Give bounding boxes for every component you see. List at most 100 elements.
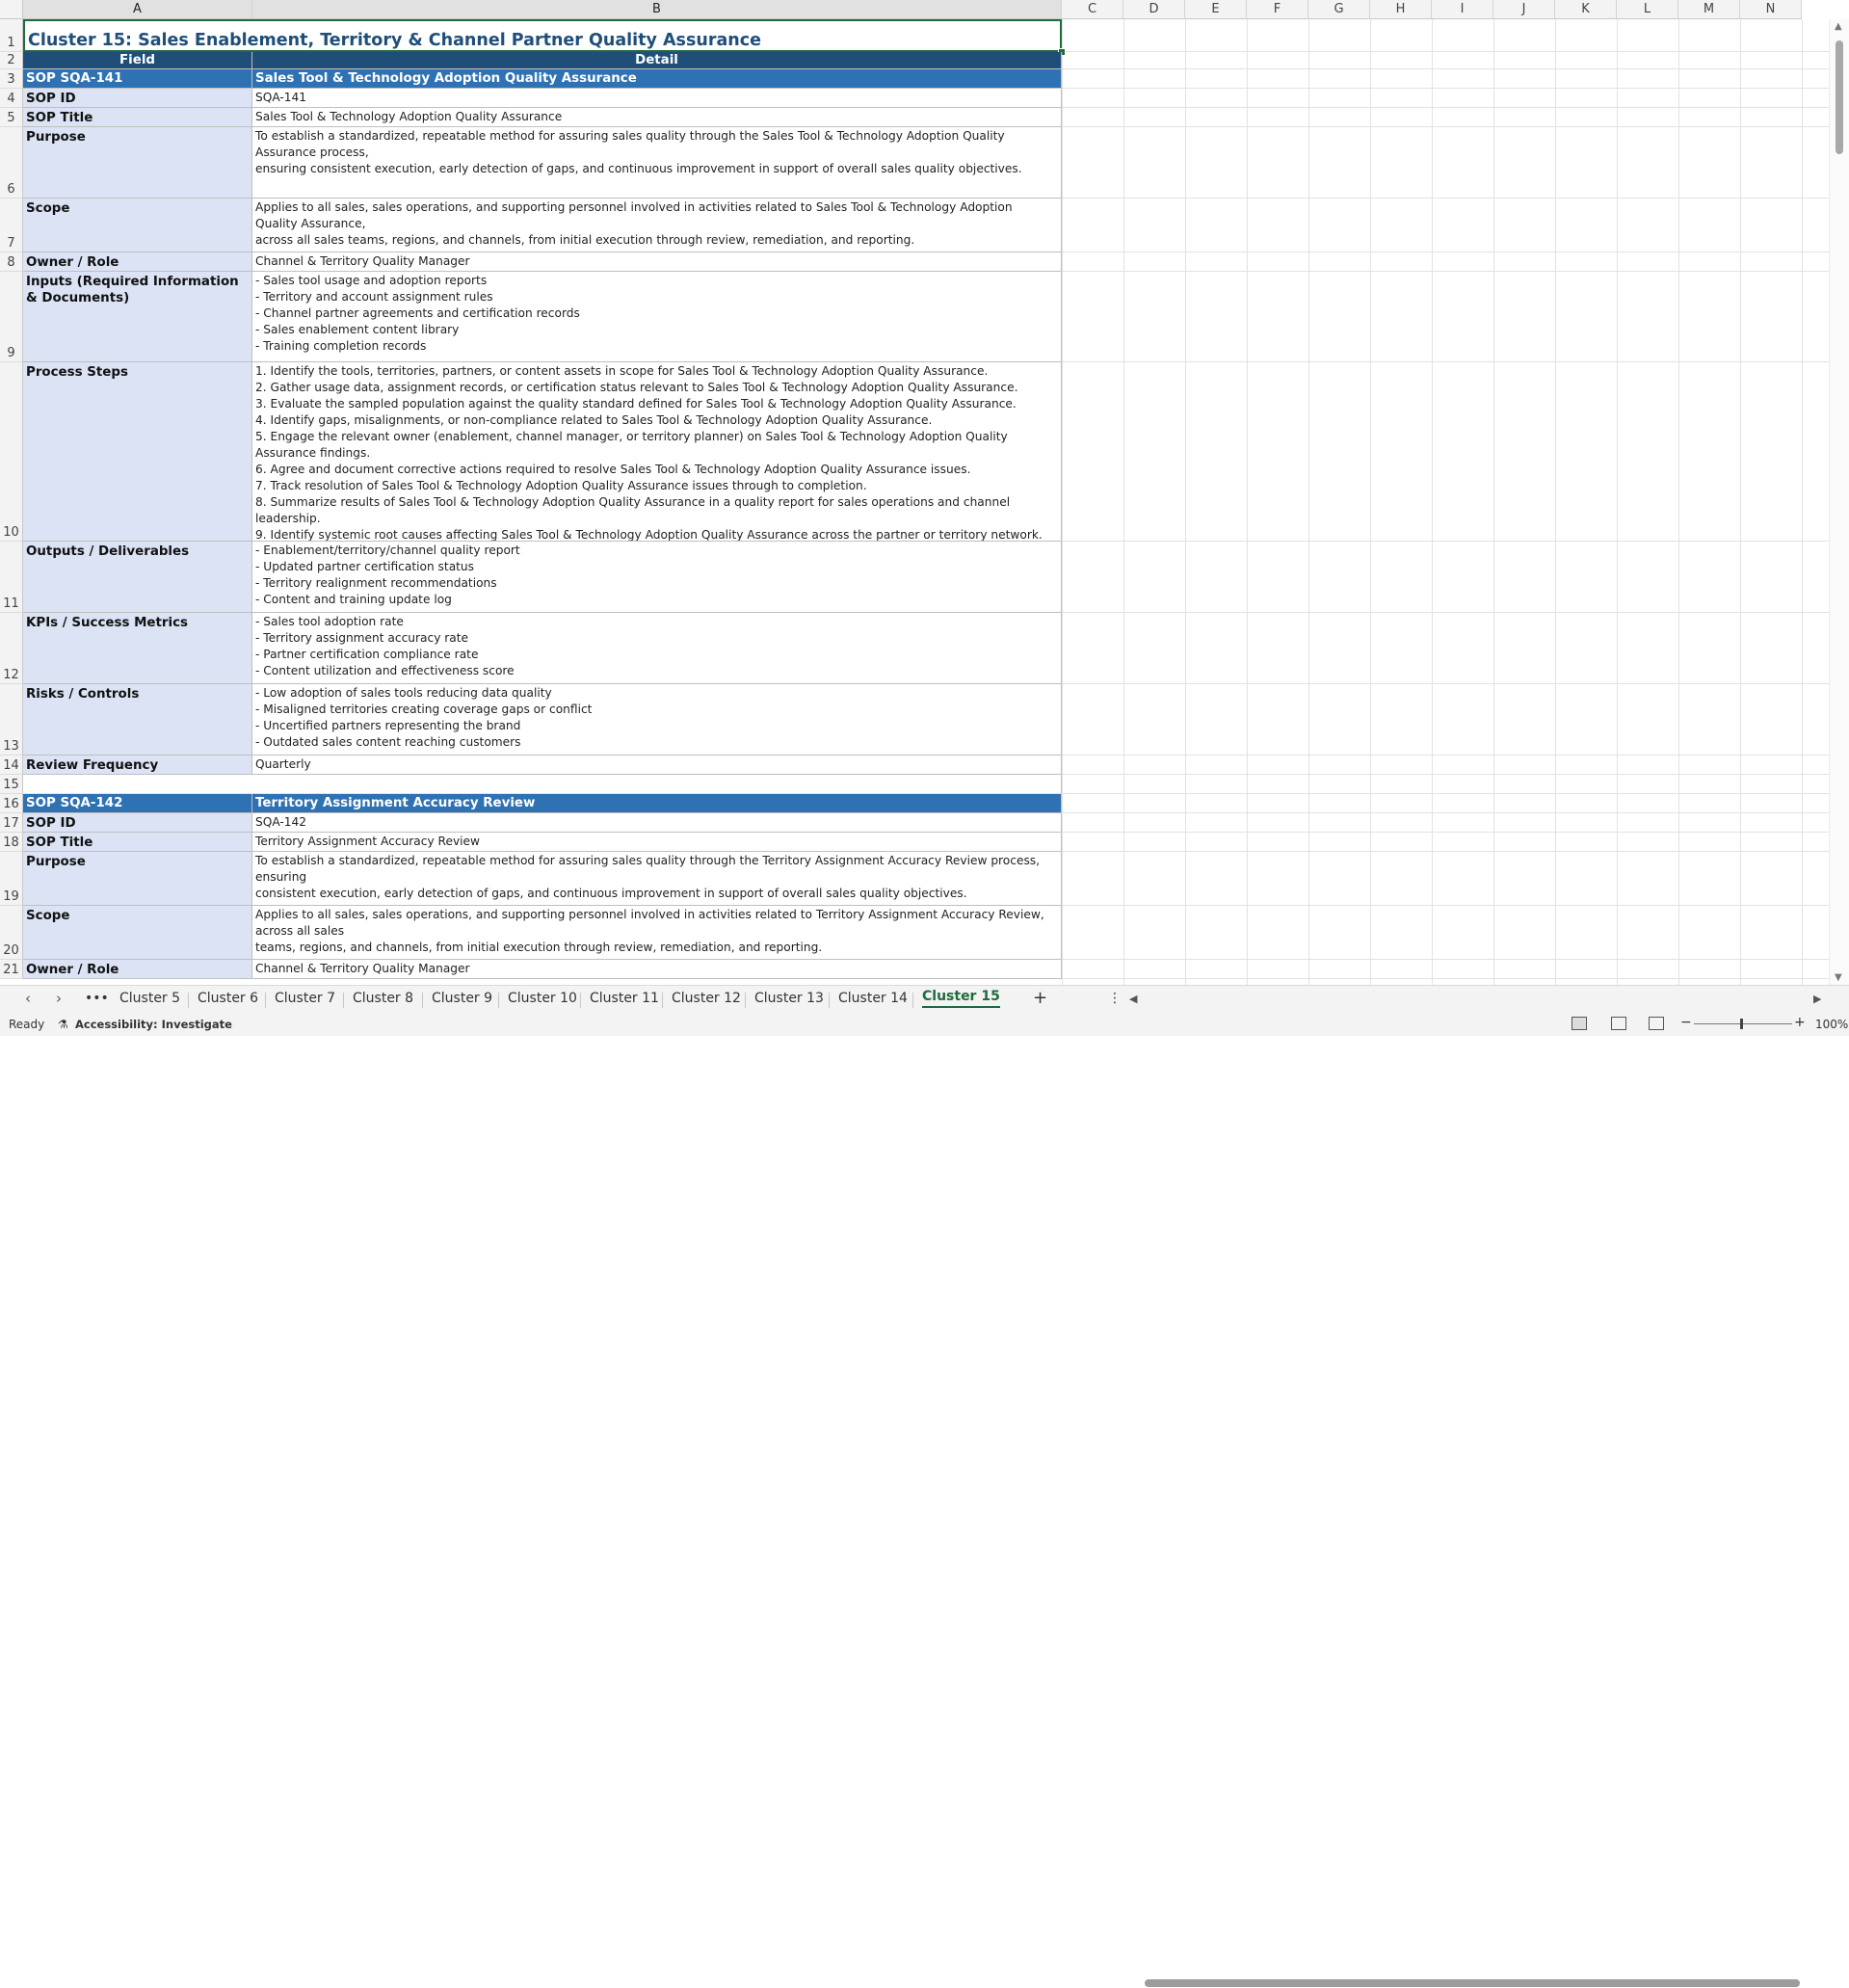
row-header-10[interactable]: 10 bbox=[0, 362, 23, 542]
row-header-17[interactable]: 17 bbox=[0, 813, 23, 833]
row-header-5[interactable]: 5 bbox=[0, 108, 23, 127]
field-cell[interactable]: Scope bbox=[23, 906, 252, 960]
normal-view-icon[interactable] bbox=[1572, 1017, 1587, 1030]
scroll-left-icon[interactable]: ◀ bbox=[1129, 993, 1137, 1005]
tab-cluster-11[interactable]: Cluster 11 bbox=[590, 991, 659, 1006]
column-header-g[interactable]: G bbox=[1308, 0, 1370, 19]
column-header-l[interactable]: L bbox=[1617, 0, 1678, 19]
field-cell[interactable]: SOP Title bbox=[23, 833, 252, 852]
row-header-3[interactable]: 3 bbox=[0, 69, 23, 89]
detail-cell[interactable]: - Sales tool usage and adoption reports … bbox=[252, 272, 1062, 362]
scroll-right-icon[interactable]: ▶ bbox=[1813, 993, 1821, 1005]
detail-cell[interactable]: SQA-142 bbox=[252, 813, 1062, 833]
field-cell[interactable]: Purpose bbox=[23, 127, 252, 199]
detail-cell[interactable]: Territory Assignment Accuracy Review bbox=[252, 794, 1062, 813]
more-sheets-button[interactable]: ••• bbox=[85, 991, 109, 1006]
header-field-cell[interactable]: Field bbox=[23, 52, 252, 69]
field-cell[interactable]: Risks / Controls bbox=[23, 684, 252, 755]
vertical-scroll-thumb[interactable] bbox=[1836, 40, 1843, 154]
row-header-15[interactable]: 15 bbox=[0, 775, 23, 794]
detail-cell[interactable]: SQA-141 bbox=[252, 89, 1062, 108]
field-cell[interactable]: Process Steps bbox=[23, 362, 252, 542]
field-cell[interactable]: Scope bbox=[23, 199, 252, 252]
row-header-21[interactable]: 21 bbox=[0, 960, 23, 979]
tab-cluster-5[interactable]: Cluster 5 bbox=[119, 991, 180, 1006]
tab-cluster-6[interactable]: Cluster 6 bbox=[198, 991, 258, 1006]
detail-cell[interactable]: 1. Identify the tools, territories, part… bbox=[252, 362, 1062, 542]
vertical-scrollbar[interactable]: ▲ ▼ bbox=[1829, 19, 1849, 985]
field-cell[interactable]: Owner / Role bbox=[23, 960, 252, 979]
page-break-view-icon[interactable] bbox=[1649, 1017, 1664, 1030]
row-header-16[interactable]: 16 bbox=[0, 794, 23, 813]
detail-cell[interactable]: Sales Tool & Technology Adoption Quality… bbox=[252, 108, 1062, 127]
field-cell[interactable]: SOP Title bbox=[23, 108, 252, 127]
column-header-c[interactable]: C bbox=[1062, 0, 1123, 19]
row-header-14[interactable]: 14 bbox=[0, 755, 23, 775]
add-sheet-button[interactable]: + bbox=[1033, 988, 1047, 1008]
column-header-m[interactable]: M bbox=[1678, 0, 1740, 19]
field-cell[interactable]: Inputs (Required Information & Documents… bbox=[23, 272, 252, 362]
field-cell[interactable]: Owner / Role bbox=[23, 252, 252, 272]
field-cell[interactable]: SOP ID bbox=[23, 89, 252, 108]
zoom-in-icon[interactable]: + bbox=[1794, 1015, 1806, 1030]
tab-options-icon[interactable]: ⋮ bbox=[1108, 991, 1122, 1006]
zoom-slider[interactable] bbox=[1694, 1023, 1792, 1024]
row-header-4[interactable]: 4 bbox=[0, 89, 23, 108]
row-header-13[interactable]: 13 bbox=[0, 684, 23, 755]
detail-cell[interactable]: Territory Assignment Accuracy Review bbox=[252, 833, 1062, 852]
column-header-k[interactable]: K bbox=[1555, 0, 1617, 19]
tab-cluster-9[interactable]: Cluster 9 bbox=[432, 991, 492, 1006]
next-sheet-icon[interactable]: › bbox=[56, 990, 62, 1007]
page-layout-view-icon[interactable] bbox=[1611, 1017, 1626, 1030]
column-header-n[interactable]: N bbox=[1740, 0, 1802, 19]
field-cell[interactable]: SOP SQA-141 bbox=[23, 69, 252, 89]
detail-cell[interactable] bbox=[252, 775, 1062, 794]
tab-cluster-14[interactable]: Cluster 14 bbox=[838, 991, 908, 1006]
row-header-2[interactable]: 2 bbox=[0, 52, 23, 69]
tab-cluster-12[interactable]: Cluster 12 bbox=[672, 991, 741, 1006]
tab-cluster-13[interactable]: Cluster 13 bbox=[754, 991, 824, 1006]
field-cell[interactable]: SOP SQA-142 bbox=[23, 794, 252, 813]
column-header-d[interactable]: D bbox=[1123, 0, 1185, 19]
column-header-j[interactable]: J bbox=[1493, 0, 1555, 19]
tab-cluster-10[interactable]: Cluster 10 bbox=[508, 991, 577, 1006]
detail-cell[interactable]: Sales Tool & Technology Adoption Quality… bbox=[252, 69, 1062, 89]
select-all-corner[interactable] bbox=[0, 0, 23, 19]
accessibility-icon[interactable]: ⚗ bbox=[58, 1018, 68, 1031]
detail-cell[interactable]: Channel & Territory Quality Manager bbox=[252, 960, 1062, 979]
field-cell[interactable] bbox=[23, 775, 252, 794]
field-cell[interactable]: Purpose bbox=[23, 852, 252, 906]
detail-cell[interactable]: To establish a standardized, repeatable … bbox=[252, 127, 1062, 199]
column-header-e[interactable]: E bbox=[1185, 0, 1247, 19]
horizontal-scrollbar[interactable] bbox=[1145, 1978, 1802, 1988]
row-header-1[interactable]: 1 bbox=[0, 19, 23, 52]
column-header-i[interactable]: I bbox=[1432, 0, 1493, 19]
row-header-18[interactable]: 18 bbox=[0, 833, 23, 852]
detail-cell[interactable]: Quarterly bbox=[252, 755, 1062, 775]
tab-cluster-8[interactable]: Cluster 8 bbox=[353, 991, 413, 1006]
tab-cluster-7[interactable]: Cluster 7 bbox=[275, 991, 335, 1006]
column-header-b[interactable]: B bbox=[252, 0, 1062, 19]
detail-cell[interactable]: Channel & Territory Quality Manager bbox=[252, 252, 1062, 272]
row-header-19[interactable]: 19 bbox=[0, 852, 23, 906]
scroll-up-icon[interactable]: ▲ bbox=[1835, 21, 1842, 32]
field-cell[interactable]: SOP ID bbox=[23, 813, 252, 833]
row-header-12[interactable]: 12 bbox=[0, 613, 23, 684]
title-cell[interactable]: Cluster 15: Sales Enablement, Territory … bbox=[23, 19, 1062, 52]
row-header-9[interactable]: 9 bbox=[0, 272, 23, 362]
row-header-7[interactable]: 7 bbox=[0, 199, 23, 252]
detail-cell[interactable]: - Low adoption of sales tools reducing d… bbox=[252, 684, 1062, 755]
field-cell[interactable]: KPIs / Success Metrics bbox=[23, 613, 252, 684]
row-header-8[interactable]: 8 bbox=[0, 252, 23, 272]
row-header-6[interactable]: 6 bbox=[0, 127, 23, 199]
row-header-20[interactable]: 20 bbox=[0, 906, 23, 960]
detail-cell[interactable]: Applies to all sales, sales operations, … bbox=[252, 906, 1062, 960]
prev-sheet-icon[interactable]: ‹ bbox=[25, 990, 31, 1007]
column-header-h[interactable]: H bbox=[1370, 0, 1432, 19]
detail-cell[interactable]: - Sales tool adoption rate - Territory a… bbox=[252, 613, 1062, 684]
scroll-down-icon[interactable]: ▼ bbox=[1835, 972, 1842, 983]
tab-cluster-15[interactable]: Cluster 15 bbox=[922, 989, 1000, 1008]
accessibility-status[interactable]: Accessibility: Investigate bbox=[75, 1018, 232, 1031]
field-cell[interactable]: Outputs / Deliverables bbox=[23, 542, 252, 613]
detail-cell[interactable]: To establish a standardized, repeatable … bbox=[252, 852, 1062, 906]
